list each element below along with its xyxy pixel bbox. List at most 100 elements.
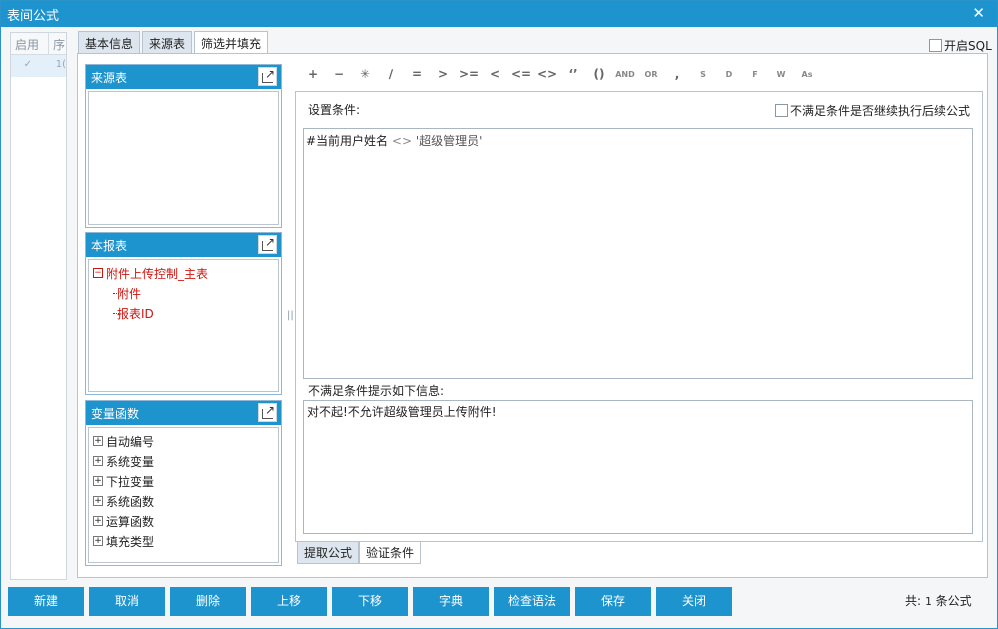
greater-operator-button[interactable]: > (430, 67, 456, 81)
f-operator-button[interactable]: F (742, 70, 768, 79)
tree-node-label: 附件 (117, 286, 142, 301)
panel-title: 来源表 (91, 71, 128, 85)
less-equal-operator-button[interactable]: <= (508, 67, 534, 81)
panel-title: 本报表 (91, 239, 128, 253)
continue-checkbox-box[interactable] (775, 104, 788, 117)
d-operator-button[interactable]: D (716, 70, 742, 79)
greater-equal-operator-button[interactable]: >= (456, 67, 482, 81)
condition-value: '超级管理员' (415, 134, 483, 148)
cancel-button[interactable]: 取消 (89, 587, 165, 616)
parentheses-operator-button[interactable]: () (586, 67, 612, 81)
window-title: 表间公式 (7, 9, 60, 24)
splitter-handle[interactable]: || (287, 310, 294, 321)
quotes-operator-button[interactable]: ‘’ (560, 67, 586, 81)
w-operator-button[interactable]: W (768, 70, 794, 79)
tree-node-auto-number[interactable]: + 自动编号 (93, 431, 278, 451)
popout-icon[interactable] (258, 403, 277, 422)
formula-count: 共: 1 条公式 (905, 592, 972, 609)
multiply-operator-button[interactable]: ✳ (352, 67, 378, 81)
tree-node-label: 系统函数 (106, 494, 155, 509)
title-bar: 表间公式 ✕ (1, 1, 997, 27)
source-table-panel: 来源表 (85, 64, 282, 228)
expand-icon[interactable]: + (93, 456, 103, 466)
dictionary-button[interactable]: 字典 (413, 587, 489, 616)
panel-header: 本报表 (86, 233, 281, 257)
delete-button[interactable]: 删除 (170, 587, 246, 616)
close-button[interactable]: 关闭 (656, 587, 732, 616)
expand-icon[interactable]: + (93, 436, 103, 446)
source-table-tree (88, 91, 279, 225)
save-button[interactable]: 保存 (575, 587, 651, 616)
report-panel: 本报表 − 附件上传控制_主表 附件 报表ID (85, 232, 282, 395)
tree-node-system-variables[interactable]: + 系统变量 (93, 451, 278, 471)
comma-operator-button[interactable]: , (664, 67, 690, 81)
new-button[interactable]: 新建 (8, 587, 84, 616)
continue-checkbox[interactable]: 不满足条件是否继续执行后续公式 (775, 102, 970, 119)
enabled-check-icon[interactable]: ✓ (11, 55, 45, 77)
condition-textarea[interactable]: #当前用户姓名 <> '超级管理员' (303, 128, 973, 379)
row-index: 1( (55, 59, 66, 70)
formula-count-suffix: 条公式 (935, 594, 972, 608)
plus-operator-button[interactable]: + (300, 67, 326, 81)
panel-header: 来源表 (86, 65, 281, 89)
tab-extract-formula[interactable]: 提取公式 (297, 542, 360, 564)
divide-operator-button[interactable]: ∕ (378, 67, 404, 81)
tab-validate-condition[interactable]: 验证条件 (359, 542, 422, 564)
functions-tree: + 自动编号 + 系统变量 + 下拉变量 + 系统函数 + 运算函数 + 填充类型 (88, 427, 279, 563)
not-equal-operator-button[interactable]: <> (534, 67, 560, 81)
collapse-icon[interactable]: − (93, 268, 103, 278)
tree-node-main-table[interactable]: − 附件上传控制_主表 (93, 263, 278, 283)
tab-filter-fill[interactable]: 筛选并填充 (194, 31, 269, 54)
tree-node-label: 下拉变量 (106, 474, 155, 489)
popout-icon[interactable] (258, 235, 277, 254)
tree-node-label: 附件上传控制_主表 (106, 266, 209, 281)
tree-node-attachment[interactable]: 附件 (93, 283, 278, 303)
formula-list-row[interactable]: ✓ 1( (11, 55, 66, 77)
move-down-button[interactable]: 下移 (332, 587, 408, 616)
s-operator-button[interactable]: S (690, 70, 716, 79)
formula-list: 启用 序 ✓ 1( (10, 32, 67, 580)
action-buttons: 新建 取消 删除 上移 下移 字典 检查语法 保存 关闭 (8, 587, 732, 616)
formula-count-value: 1 (925, 595, 932, 608)
bottom-tabs: 提取公式 验证条件 (297, 542, 422, 564)
tree-node-fill-types[interactable]: + 填充类型 (93, 531, 278, 551)
expand-icon[interactable]: + (93, 516, 103, 526)
popout-icon[interactable] (258, 67, 277, 86)
sql-toggle[interactable]: 开启SQL (929, 37, 992, 54)
condition-operator: <> (391, 134, 412, 148)
sql-checkbox[interactable] (929, 39, 942, 52)
panel-title: 变量函数 (91, 407, 140, 421)
operator-toolbar: + − ✳ ∕ = > >= < <= <> ‘’ () AND OR , S … (300, 64, 820, 84)
message-label: 不满足条件提示如下信息: (308, 384, 445, 398)
condition-field: #当前用户姓名 (306, 134, 389, 148)
as-operator-button[interactable]: As (794, 70, 820, 79)
expand-icon[interactable]: + (93, 536, 103, 546)
equals-operator-button[interactable]: = (404, 67, 430, 81)
panel-header: 变量函数 (86, 401, 281, 425)
close-icon[interactable]: ✕ (972, 4, 985, 22)
top-tabs: 基本信息 来源表 筛选并填充 (78, 31, 270, 54)
expand-icon[interactable]: + (93, 496, 103, 506)
tab-source-table[interactable]: 来源表 (142, 31, 193, 54)
check-syntax-button[interactable]: 检查语法 (494, 587, 570, 616)
formula-list-header: 启用 序 (11, 33, 66, 55)
tree-node-report-id[interactable]: 报表ID (93, 303, 278, 323)
index-column-header: 序 (53, 38, 66, 52)
condition-label: 设置条件: (308, 103, 361, 117)
less-operator-button[interactable]: < (482, 67, 508, 81)
functions-panel: 变量函数 +自动编号 +系统变量 +下拉变量 +系统函数 +运算函数 +填充类型 (85, 400, 282, 566)
and-operator-button[interactable]: AND (612, 70, 638, 79)
tab-basic-info[interactable]: 基本信息 (78, 31, 141, 54)
tree-node-system-functions[interactable]: + 系统函数 (93, 491, 278, 511)
report-tree: − 附件上传控制_主表 附件 报表ID (88, 259, 279, 392)
expand-icon[interactable]: + (93, 476, 103, 486)
minus-operator-button[interactable]: − (326, 67, 352, 81)
tree-node-label: 填充类型 (106, 534, 155, 549)
message-textarea[interactable]: 对不起!不允许超级管理员上传附件! (303, 400, 973, 534)
tree-node-dropdown-variables[interactable]: + 下拉变量 (93, 471, 278, 491)
continue-checkbox-label: 不满足条件是否继续执行后续公式 (790, 104, 971, 118)
move-up-button[interactable]: 上移 (251, 587, 327, 616)
tree-node-label: 运算函数 (106, 514, 155, 529)
or-operator-button[interactable]: OR (638, 70, 664, 79)
tree-node-operation-functions[interactable]: + 运算函数 (93, 511, 278, 531)
